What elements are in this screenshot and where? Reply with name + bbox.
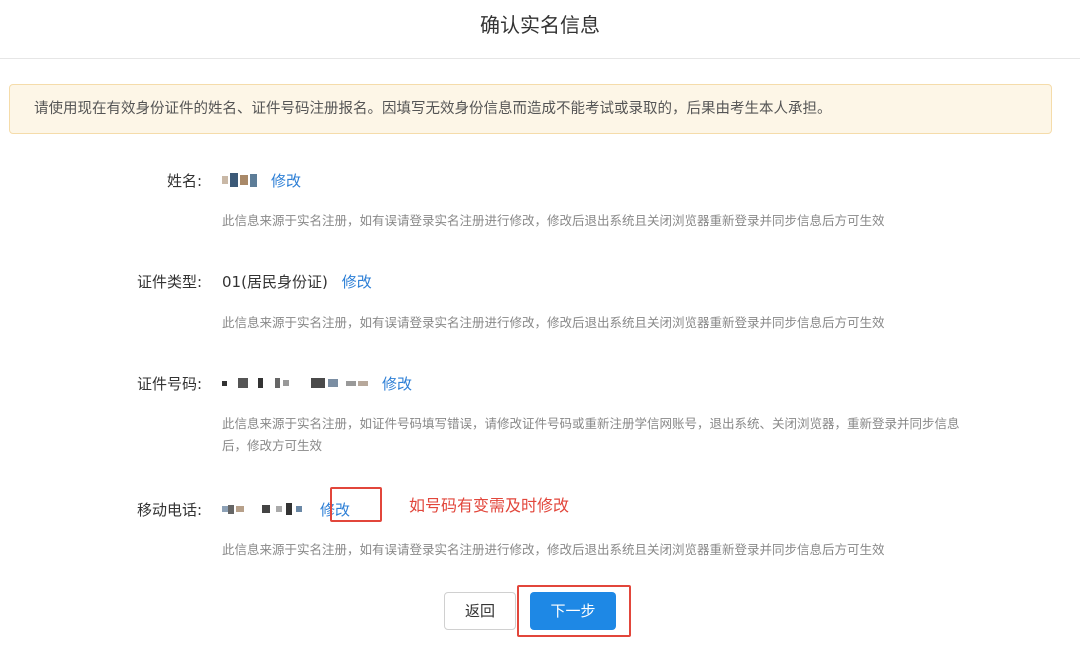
- name-value: 修改: [222, 170, 301, 190]
- notice-banner: 请使用现在有效身份证件的姓名、证件号码注册报名。因填写无效身份信息而造成不能考试…: [9, 84, 1052, 134]
- id-number-label: 证件号码:: [136, 375, 202, 393]
- id-number-hint-line1: 此信息来源于实名注册，如证件号码填写错误，请修改证件号码或重新注册学信网账号，退…: [222, 416, 960, 431]
- mobile-label: 移动电话:: [136, 501, 202, 519]
- id-number-hint: 此信息来源于实名注册，如证件号码填写错误，请修改证件号码或重新注册学信网账号，退…: [222, 413, 960, 457]
- id-type-label: 证件类型:: [136, 273, 202, 291]
- id-type-value: 01(居民身份证) 修改: [222, 271, 372, 292]
- id-type-text: 01(居民身份证): [222, 273, 328, 291]
- page-header: 确认实名信息: [0, 0, 1080, 59]
- id-type-hint: 此信息来源于实名注册，如有误请登录实名注册进行修改，修改后退出系统且关闭浏览器重…: [222, 315, 885, 330]
- name-mosaic: [222, 173, 257, 187]
- id-number-hint-line2: 后，修改方可生效: [222, 438, 323, 453]
- page-title: 确认实名信息: [480, 13, 600, 37]
- next-button-highlight: [517, 585, 631, 637]
- edit-id-number-link[interactable]: 修改: [382, 373, 412, 394]
- name-label: 姓名:: [166, 172, 202, 190]
- name-hint: 此信息来源于实名注册，如有误请登录实名注册进行修改，修改后退出系统且关闭浏览器重…: [222, 213, 885, 228]
- edit-id-type-link[interactable]: 修改: [342, 271, 372, 292]
- edit-mobile-highlight: [330, 487, 382, 522]
- mobile-hint: 此信息来源于实名注册，如有误请登录实名注册进行修改，修改后退出系统且关闭浏览器重…: [222, 542, 885, 557]
- back-button[interactable]: 返回: [444, 592, 516, 630]
- id-number-mosaic: [222, 378, 368, 388]
- id-number-value: 修改: [222, 373, 412, 393]
- edit-name-link[interactable]: 修改: [271, 170, 301, 191]
- annotation-text: 如号码有变需及时修改: [409, 496, 570, 515]
- mobile-mosaic: [222, 503, 302, 515]
